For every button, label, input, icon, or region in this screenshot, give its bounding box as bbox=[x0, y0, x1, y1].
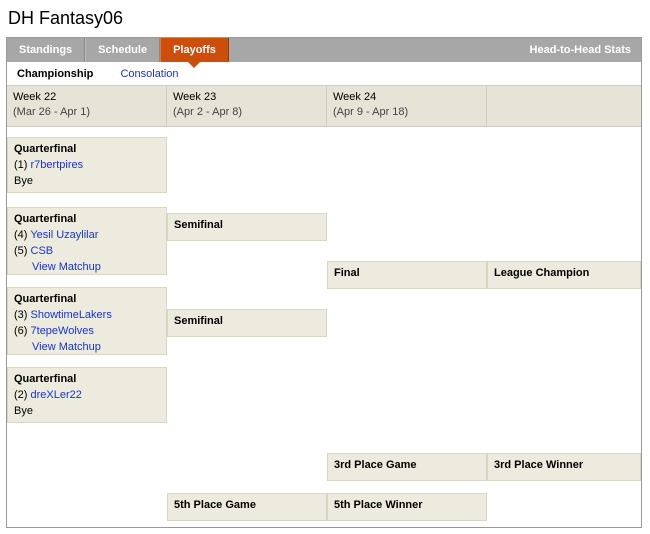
week-final-header bbox=[487, 86, 641, 126]
third-place-winner-node: 3rd Place Winner bbox=[487, 453, 641, 481]
fifth-place-winner-node: 5th Place Winner bbox=[327, 493, 487, 521]
subtab-consolation[interactable]: Consolation bbox=[120, 68, 178, 80]
qf3-teamB-link[interactable]: 7tepeWolves bbox=[31, 325, 94, 337]
playoffs-panel: Standings Schedule Playoffs Head-to-Head… bbox=[6, 37, 642, 528]
sf1-round-label: Semifinal bbox=[174, 218, 320, 234]
qf4-seed: (2) bbox=[14, 389, 27, 401]
final-round-label: Final bbox=[334, 266, 480, 282]
tab-playoffs[interactable]: Playoffs bbox=[160, 38, 229, 62]
week-24-range: (Apr 9 - Apr 18) bbox=[333, 106, 408, 118]
head-to-head-link[interactable]: Head-to-Head Stats bbox=[520, 38, 641, 62]
third-place-game-node: 3rd Place Game bbox=[327, 453, 487, 481]
top-nav: Standings Schedule Playoffs Head-to-Head… bbox=[7, 38, 641, 62]
final-node: Final bbox=[327, 261, 487, 289]
sf2-node: Semifinal bbox=[167, 309, 327, 337]
qf2-round-label: Quarterfinal bbox=[14, 212, 160, 228]
qf3-round-label: Quarterfinal bbox=[14, 292, 160, 308]
qf4-bye: Bye bbox=[14, 404, 160, 420]
qf4-team-link[interactable]: dreXLer22 bbox=[31, 389, 82, 401]
league-champion-label: League Champion bbox=[494, 266, 634, 282]
qf3-view-matchup[interactable]: View Matchup bbox=[32, 340, 101, 356]
qf4-round-label: Quarterfinal bbox=[14, 372, 160, 388]
qf1-round-label: Quarterfinal bbox=[14, 142, 160, 158]
qf1-node: Quarterfinal (1) r7bertpires Bye bbox=[7, 137, 167, 193]
bracket-area: Quarterfinal (1) r7bertpires Bye Quarter… bbox=[7, 127, 641, 527]
sub-nav: Championship Consolation bbox=[7, 62, 641, 86]
week-23-header: Week 23 (Apr 2 - Apr 8) bbox=[167, 86, 327, 126]
sf1-node: Semifinal bbox=[167, 213, 327, 241]
week-23-title: Week 23 bbox=[173, 91, 216, 103]
week-22-range: (Mar 26 - Apr 1) bbox=[13, 106, 90, 118]
qf1-team-link[interactable]: r7bertpires bbox=[31, 159, 84, 171]
qf2-teamA-link[interactable]: Yesil Uzaylilar bbox=[30, 229, 98, 241]
qf3-seedA: (3) bbox=[14, 309, 27, 321]
third-place-winner-label: 3rd Place Winner bbox=[494, 458, 634, 474]
qf1-seed: (1) bbox=[14, 159, 27, 171]
qf3-seedB: (6) bbox=[14, 325, 27, 337]
third-place-game-label: 3rd Place Game bbox=[334, 458, 480, 474]
fifth-place-winner-label: 5th Place Winner bbox=[334, 498, 480, 514]
fifth-place-game-node: 5th Place Game bbox=[167, 493, 327, 521]
qf4-node: Quarterfinal (2) dreXLer22 Bye bbox=[7, 367, 167, 423]
sf2-round-label: Semifinal bbox=[174, 314, 320, 330]
week-22-title: Week 22 bbox=[13, 91, 56, 103]
page-title: DH Fantasy06 bbox=[8, 8, 644, 29]
week-24-title: Week 24 bbox=[333, 91, 376, 103]
fifth-place-game-label: 5th Place Game bbox=[174, 498, 320, 514]
week-header-row: Week 22 (Mar 26 - Apr 1) Week 23 (Apr 2 … bbox=[7, 86, 641, 127]
qf1-bye: Bye bbox=[14, 174, 160, 190]
qf2-seedB: (5) bbox=[14, 245, 27, 257]
league-champion-node: League Champion bbox=[487, 261, 641, 289]
week-23-range: (Apr 2 - Apr 8) bbox=[173, 106, 242, 118]
qf2-teamB-link[interactable]: CSB bbox=[31, 245, 54, 257]
tab-standings[interactable]: Standings bbox=[7, 38, 85, 62]
tab-schedule[interactable]: Schedule bbox=[85, 38, 160, 62]
qf2-seedA: (4) bbox=[14, 229, 27, 241]
week-22-header: Week 22 (Mar 26 - Apr 1) bbox=[7, 86, 167, 126]
qf2-view-matchup[interactable]: View Matchup bbox=[32, 260, 101, 276]
qf2-node: Quarterfinal (4) Yesil Uzaylilar (5) CSB… bbox=[7, 207, 167, 275]
qf3-node: Quarterfinal (3) ShowtimeLakers (6) 7tep… bbox=[7, 287, 167, 355]
qf3-teamA-link[interactable]: ShowtimeLakers bbox=[31, 309, 112, 321]
subtab-championship[interactable]: Championship bbox=[17, 68, 93, 80]
week-24-header: Week 24 (Apr 9 - Apr 18) bbox=[327, 86, 487, 126]
